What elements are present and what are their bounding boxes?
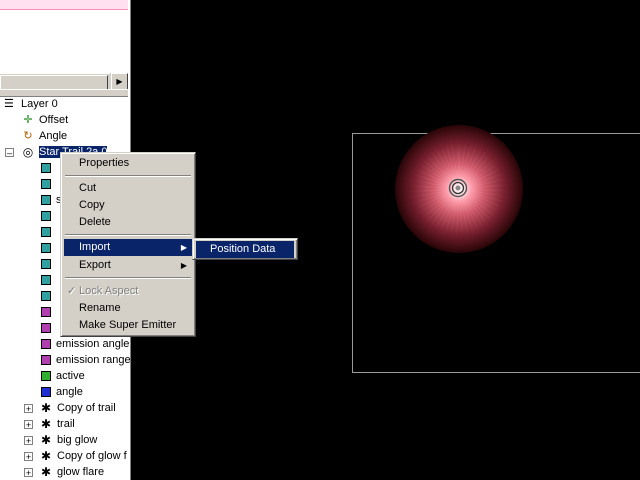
property-icon	[41, 323, 51, 334]
property-row[interactable]	[41, 320, 56, 336]
expand-toggle-icon[interactable]: +	[24, 436, 33, 446]
emitter-library-list[interactable]	[0, 0, 128, 72]
tree-item-label: Offset	[39, 114, 69, 126]
menu-item-export[interactable]: Export ▶	[64, 257, 192, 274]
property-icon	[41, 195, 51, 206]
tree-item-child-emitter[interactable]: ✱ Copy of glow f	[40, 448, 127, 464]
menu-separator	[65, 234, 191, 236]
menu-item-label: Export	[79, 259, 111, 271]
tree-item-child-emitter[interactable]: ✱ glow flare	[40, 464, 104, 480]
tree-item-label: Angle	[39, 130, 68, 142]
submenu-arrow-icon: ▶	[180, 261, 187, 270]
tree-item-layer-0[interactable]: ☰ Layer 0	[4, 96, 58, 112]
menu-item-label: Copy	[79, 199, 105, 211]
emitter-handle-icon[interactable]	[448, 178, 468, 198]
property-icon	[41, 371, 51, 382]
tree-item-offset[interactable]: ✛ Offset	[22, 112, 68, 128]
property-label: angle	[56, 386, 83, 398]
property-row-emission-range[interactable]: emission range	[41, 352, 131, 368]
tree-item-label: big glow	[57, 434, 98, 446]
menu-separator	[65, 175, 191, 177]
menu-item-label: Lock Aspect	[79, 285, 139, 297]
menu-item-label: Make Super Emitter	[79, 319, 177, 331]
context-menu: Properties Cut Copy Delete Import ▶ Expor…	[60, 152, 196, 337]
property-label: emission range	[56, 354, 131, 366]
emitter-icon: ◎	[22, 145, 34, 160]
expand-toggle-icon[interactable]: +	[24, 452, 33, 462]
property-row[interactable]	[41, 160, 56, 176]
menu-item-label: Delete	[79, 216, 111, 228]
menu-item-import[interactable]: Import ▶	[64, 239, 192, 256]
menu-item-copy[interactable]: Copy	[64, 197, 192, 214]
property-icon	[41, 259, 51, 270]
tree-item-angle[interactable]: ↻ Angle	[22, 128, 67, 144]
menu-item-make-super-emitter[interactable]: Make Super Emitter	[64, 317, 192, 334]
scroll-right-button[interactable]: ▶	[111, 73, 128, 90]
property-icon	[41, 179, 51, 190]
property-icon	[41, 163, 51, 174]
menu-separator	[65, 277, 191, 279]
tree-item-label: Copy of trail	[57, 402, 116, 414]
property-label: emission angle	[56, 338, 130, 350]
tree-item-label: glow flare	[57, 466, 105, 478]
scrollbar-thumb[interactable]	[0, 75, 108, 90]
angle-icon: ↻	[23, 130, 33, 143]
tree-item-label: trail	[57, 418, 75, 430]
property-row-angle[interactable]: angle	[41, 384, 83, 400]
menu-item-position-data[interactable]: Position Data	[196, 241, 294, 258]
property-icon	[41, 355, 51, 366]
property-row[interactable]	[41, 176, 56, 192]
property-icon	[41, 339, 51, 350]
property-label: active	[56, 370, 85, 382]
property-row[interactable]: s	[41, 192, 62, 208]
layer-icon: ☰	[4, 98, 14, 111]
expand-toggle-icon[interactable]: +	[24, 468, 33, 478]
property-row[interactable]	[41, 272, 56, 288]
expand-toggle-icon[interactable]: +	[24, 420, 33, 430]
menu-item-label: Import	[79, 241, 111, 253]
emitter-star-icon: ✱	[40, 433, 52, 448]
property-icon	[41, 291, 51, 302]
library-list-item-strip[interactable]	[0, 0, 128, 10]
property-row-emission-angle[interactable]: emission angle	[41, 336, 129, 352]
tree-item-child-emitter[interactable]: ✱ trail	[40, 416, 75, 432]
expand-toggle-icon[interactable]: +	[24, 404, 33, 414]
emitter-star-icon: ✱	[40, 401, 52, 416]
menu-item-rename[interactable]: Rename	[64, 300, 192, 317]
property-row[interactable]	[41, 288, 56, 304]
emitter-star-icon: ✱	[40, 449, 52, 464]
menu-item-label: Rename	[79, 302, 121, 314]
property-icon	[41, 387, 51, 398]
menu-item-label: Cut	[79, 182, 97, 194]
checkmark-icon: ✓	[67, 285, 77, 297]
property-icon	[41, 211, 51, 222]
tree-item-label: Copy of glow f	[57, 450, 127, 462]
menu-item-delete[interactable]: Delete	[64, 214, 192, 231]
menu-item-label: Position Data	[210, 243, 276, 255]
property-icon	[41, 243, 51, 254]
move-icon: ✛	[23, 114, 33, 127]
tree-item-child-emitter[interactable]: ✱ big glow	[40, 432, 97, 448]
menu-item-lock-aspect[interactable]: ✓ Lock Aspect	[64, 283, 192, 300]
property-row[interactable]	[41, 208, 56, 224]
tree-item-child-emitter[interactable]: ✱ Copy of trail	[40, 400, 116, 416]
emitter-star-icon: ✱	[40, 417, 52, 432]
property-icon	[41, 275, 51, 286]
property-row-active[interactable]: active	[41, 368, 85, 384]
property-row[interactable]	[41, 304, 56, 320]
property-row[interactable]	[41, 224, 56, 240]
property-row[interactable]	[41, 240, 56, 256]
horizontal-scrollbar[interactable]: ▶	[0, 73, 128, 91]
property-row[interactable]	[41, 256, 56, 272]
menu-item-label: Properties	[79, 157, 130, 169]
property-icon	[41, 307, 51, 318]
menu-item-properties[interactable]: Properties	[64, 155, 192, 172]
submenu-arrow-icon: ▶	[180, 243, 187, 252]
tree-item-label: Layer 0	[21, 98, 58, 110]
property-icon	[41, 227, 51, 238]
import-submenu: Position Data	[192, 238, 298, 260]
emitter-star-icon: ✱	[40, 465, 52, 480]
menu-item-cut[interactable]: Cut	[64, 180, 192, 197]
collapse-toggle-icon[interactable]: –	[5, 148, 14, 158]
